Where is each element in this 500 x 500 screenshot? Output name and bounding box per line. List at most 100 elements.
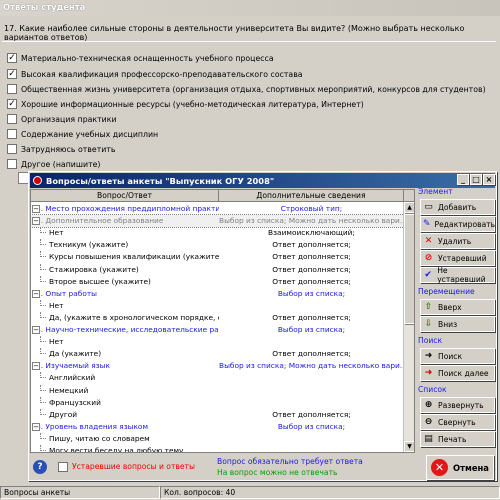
checkbox[interactable] [7,114,17,124]
row-question: Английский [31,372,219,384]
tree-line [40,251,46,258]
obsolete-button[interactable]: ⊘ Устаревший [420,250,495,266]
table-row[interactable]: Нет Взаимоисключающий; [31,227,404,239]
scroll-down-icon[interactable]: ▼ [404,441,414,452]
minimize-button[interactable]: _ [457,174,469,185]
arrow-up-icon: ⇧ [424,302,433,312]
questions-grid[interactable]: Вопрос/Ответ Дополнительные сведения −1.… [30,189,415,453]
row-info [219,445,404,452]
checkbox[interactable]: ✓ [7,99,17,109]
option-4[interactable]: Организация практики [7,112,117,126]
search-next-button[interactable]: ➜ Поиск далее [420,365,495,381]
collapse-toggle-icon[interactable]: − [32,362,40,371]
checkbox[interactable] [7,144,17,154]
collapse-toggle-icon[interactable]: − [32,326,40,334]
scroll-thumb[interactable] [404,214,414,324]
column-header-question[interactable]: Вопрос/Ответ [31,190,219,202]
add-button[interactable]: ▭ Добавить [420,199,495,215]
table-row[interactable]: Пишу, читаю со словарем [31,432,404,445]
tree-line [40,372,46,379]
row-question: −2. Дополнительное образование [32,216,164,226]
row-info [219,385,404,397]
maximize-button[interactable]: □ [470,174,482,185]
row-question: Техникум (укажите) [31,239,219,251]
column-header-info[interactable]: Дополнительные сведения [219,190,404,202]
tree-line [40,408,46,415]
close-button[interactable]: × [483,174,495,185]
table-row[interactable]: Курсы повышения квалификации (укажите) От… [31,251,404,263]
show-obsolete-label[interactable]: Устаревшие вопросы и ответы [72,462,195,471]
print-button[interactable]: ▤ Печать [420,431,495,447]
table-row[interactable]: Английский [31,372,404,384]
zoom-in-icon: ⊕ [424,400,433,410]
row-question: Стажировка (укажите) [31,263,219,276]
zoom-out-icon: ⊖ [424,417,433,427]
collapse-toggle-icon[interactable]: − [32,289,40,298]
delete-button[interactable]: ✕ Удалить [420,233,495,249]
table-row[interactable]: Нет [31,336,404,348]
row-info [219,300,404,312]
table-row[interactable]: Немецкий [31,384,404,397]
table-row[interactable]: −6. Уровень владения языком Выбор из спис… [31,421,404,433]
option-1[interactable]: ✓ Высокая квалификация профессорско-препо… [7,67,303,81]
table-row[interactable]: Нет [31,299,404,312]
checkbox[interactable]: ✓ [7,53,17,63]
delete-icon: ✕ [424,236,433,246]
table-row[interactable]: Техникум (укажите) Ответ дополняется; [31,239,404,251]
arrow-down-icon: ⇩ [424,319,433,329]
tree-line [40,396,46,403]
tree-line [40,336,46,343]
collapse-toggle-icon[interactable]: − [32,422,40,431]
table-row[interactable]: −2. Дополнительное образование Выбор из с… [31,214,405,228]
status-count: Кол. вопросов: 40 [160,486,500,499]
show-obsolete-checkbox[interactable] [58,462,68,472]
group-list-label: Список [418,385,447,394]
table-row[interactable]: Французский [31,396,404,409]
collapse-toggle-icon[interactable]: − [32,217,40,226]
option-6[interactable]: Затрудняюсь ответить [7,142,115,156]
move-down-button[interactable]: ⇩ Вниз [420,316,495,332]
vertical-scrollbar[interactable]: ▲ ▼ [403,202,414,452]
option-5[interactable]: Содержание учебных дисциплин [7,127,158,141]
not-obsolete-button[interactable]: ✔ Не устаревший [420,266,495,284]
tree-line [40,239,46,246]
question-text: 17. Какие наиболее сильные стороны в дея… [4,24,465,42]
checkbox[interactable] [7,159,17,169]
row-question: −5. Изучаемый язык [32,361,110,371]
row-info [219,336,404,348]
option-0[interactable]: ✓ Материально-техническая оснащенность уч… [7,51,274,65]
check-icon: ✔ [424,270,432,280]
table-row[interactable]: Могу вести беседу на любую тему [31,445,404,452]
table-row[interactable]: −3. Опыт работы Выбор из списка; [31,288,404,300]
collapse-toggle-icon[interactable]: − [32,205,40,213]
row-question: Могу вести беседу на любую тему [31,445,219,452]
checkbox[interactable] [7,129,17,139]
option-2[interactable]: Общественная жизнь университета (организ… [7,82,486,96]
row-question: Немецкий [31,384,219,397]
table-row[interactable]: −4. Научно-технические, исследовательски… [31,324,404,336]
collapse-button[interactable]: ⊖ Свернуть [420,414,495,430]
checkbox[interactable]: ✓ [7,69,17,79]
option-3[interactable]: ✓ Хорошие информационные ресурсы (учебно-… [7,97,364,111]
cancel-button[interactable]: ✕ Отмена [426,455,494,480]
checkbox[interactable] [7,84,17,94]
expand-button[interactable]: ⊕ Развернуть [420,397,495,413]
table-row[interactable]: −1. Место прохождения преддипломной прак… [31,203,404,215]
table-row[interactable]: Другой Ответ дополняется; [31,408,404,421]
table-row[interactable]: Да (укажите) Ответ дополняется; [31,348,404,360]
option-7[interactable]: Другое (напишите) [7,157,100,171]
help-icon[interactable]: ? [33,460,47,474]
table-row[interactable]: Да, (укажите в хронологическом порядке, … [31,311,404,324]
row-question: −4. Научно-технические, исследовательски… [32,325,219,334]
row-info [219,372,404,384]
move-up-button[interactable]: ⇧ Вверх [420,299,495,315]
search-button[interactable]: ➜ Поиск [420,348,495,364]
table-row[interactable]: −5. Изучаемый язык Выбор из списка; Можно… [31,360,404,372]
edit-button[interactable]: ✎ Редактировать [420,216,495,232]
row-info: Выбор из списка; Можно дать несколько ва… [219,216,404,226]
group-move-label: Перемещение [418,287,475,296]
table-row[interactable]: Второе высшее (укажите) Ответ дополняется… [31,275,404,288]
table-row[interactable]: Стажировка (укажите) Ответ дополняется; [31,263,404,276]
row-question: Пишу, читаю со словарем [31,432,219,445]
scroll-up-icon[interactable]: ▲ [404,202,414,213]
